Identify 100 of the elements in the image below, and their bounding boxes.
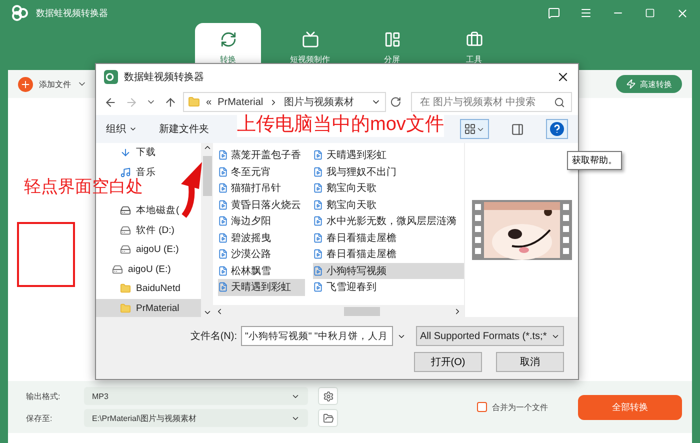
file-item[interactable]: 飞雪迎春到: [313, 279, 464, 296]
app-title: 数据蛙视频转换器: [36, 6, 108, 20]
plus-icon: [18, 76, 33, 92]
video-file-icon: [313, 183, 324, 194]
dialog-title: 数据蛙视频转换器: [124, 70, 204, 84]
file-item[interactable]: 天晴遇到彩虹: [218, 279, 306, 296]
caret-icon: [129, 125, 137, 133]
help-button[interactable]: [546, 119, 568, 139]
video-file-icon: [218, 282, 228, 292]
format-dropdown[interactable]: MP3: [84, 387, 308, 405]
scrollbar[interactable]: [201, 143, 213, 317]
add-files-button[interactable]: 添加文件: [18, 76, 71, 92]
folder-icon: [188, 96, 200, 108]
nav-tab[interactable]: 分屏: [359, 23, 425, 70]
split-screen-icon: [384, 31, 400, 48]
nav-pane-item[interactable]: 本地磁盘(: [96, 201, 201, 220]
video-file-icon: [313, 249, 324, 260]
grid-view-icon: [464, 123, 476, 135]
file-item[interactable]: 蒸笼开盖包子香: [218, 147, 306, 164]
file-item[interactable]: 沙漠公路: [218, 246, 306, 262]
lightning-icon: [626, 79, 636, 89]
highlight-box: [17, 222, 75, 287]
new-folder-button[interactable]: 新建文件夹: [159, 122, 209, 136]
logo-icon: [104, 70, 118, 84]
drive-icon: [120, 205, 131, 216]
scroll-down-icon: [202, 308, 212, 317]
scrollbar-thumb[interactable]: [344, 306, 380, 316]
video-file-icon: [218, 249, 228, 260]
file-item[interactable]: 水中光影无数，微风层层涟漪: [313, 213, 464, 230]
file-type-dropdown[interactable]: All Supported Formats (*.ts;*: [416, 326, 564, 346]
scroll-up-icon: [202, 143, 212, 152]
tooltip: 获取帮助。: [567, 151, 622, 170]
music-note-icon: [120, 166, 131, 178]
filename-label: 文件名(N):: [190, 330, 237, 343]
nav-pane-item[interactable]: 下载: [96, 143, 201, 162]
fast-convert-button[interactable]: 高速转换: [616, 75, 682, 93]
search-icon: [554, 96, 565, 108]
scroll-right-icon: [453, 306, 462, 316]
file-item[interactable]: 小狗特写视频: [313, 262, 464, 279]
cancel-button[interactable]: 取消: [496, 352, 564, 372]
video-file-icon: [218, 200, 228, 210]
file-item[interactable]: 黄昏日落火烧云: [218, 196, 306, 213]
nav-pane-item[interactable]: aigoU (E:): [96, 260, 201, 279]
search-field[interactable]: 在 图片与视频素材 中搜索: [411, 92, 572, 112]
annotation-text: 上传电脑当中的mov文件: [237, 113, 444, 137]
nav-pane-item[interactable]: BaiduNetd: [96, 279, 201, 298]
scrollbar-thumb[interactable]: [202, 156, 212, 196]
nav-pane-item[interactable]: aigoU (E:): [96, 240, 201, 260]
breadcrumb-item[interactable]: 图片与视频素材: [284, 95, 354, 109]
folder-icon: [120, 283, 131, 294]
organize-menu[interactable]: 组织: [106, 122, 137, 136]
drive-icon: [120, 244, 131, 256]
nav-tab[interactable]: 短视频制作: [277, 23, 343, 70]
video-file-icon: [313, 282, 324, 292]
file-item[interactable]: 松林飘雪: [218, 262, 306, 279]
video-file-icon: [218, 266, 228, 276]
file-item[interactable]: 鹅宝向天歌: [313, 196, 464, 213]
video-file-icon: [218, 183, 228, 194]
video-file-icon: [313, 232, 324, 243]
video-file-icon: [218, 150, 228, 160]
format-label: 输出格式:: [26, 390, 62, 402]
file-item[interactable]: 春日看猫走屋檐: [313, 230, 464, 246]
nav-tab[interactable]: 工具: [441, 23, 507, 70]
nav-pane-item[interactable]: 软件 (D:): [96, 220, 201, 240]
refresh-icon[interactable]: [390, 96, 401, 108]
file-item[interactable]: 海边夕阳: [218, 213, 306, 230]
convert-icon: [220, 31, 236, 48]
annotation-text: 轻点界面空白处: [24, 176, 143, 198]
logo-icon: [12, 5, 28, 21]
merge-checkbox[interactable]: 合并为一个文件: [477, 402, 548, 412]
folder-icon: [120, 302, 131, 314]
file-item[interactable]: 天晴遇到彩虹: [313, 147, 464, 164]
folder-icon[interactable]: [318, 409, 338, 427]
open-button[interactable]: 打开(O): [414, 352, 482, 372]
settings-icon[interactable]: [318, 387, 338, 405]
tv-icon: [302, 31, 318, 48]
drive-icon: [112, 264, 123, 275]
address-bar[interactable]: « PrMaterial 图片与视频素材: [183, 92, 386, 112]
download-icon: [120, 147, 131, 158]
file-item[interactable]: 我与狸奴不出门: [313, 164, 464, 180]
video-file-icon: [313, 216, 324, 226]
save-label: 保存至:: [26, 412, 54, 424]
chat-icon[interactable]: [546, 5, 562, 21]
breadcrumb-item[interactable]: «: [206, 96, 212, 108]
preview-pane-icon[interactable]: [511, 122, 524, 136]
breadcrumb-item[interactable]: PrMaterial: [218, 96, 264, 108]
video-file-icon: [218, 166, 228, 177]
save-path-dropdown[interactable]: E:\PrMaterial\图片与视频素材: [84, 409, 308, 427]
file-item[interactable]: 冬至元宵: [218, 164, 306, 180]
drive-icon: [120, 224, 131, 236]
view-options-button[interactable]: [460, 119, 489, 139]
file-item[interactable]: 猫猫打吊针: [218, 180, 306, 196]
file-item[interactable]: 春日看猫走屋檐: [313, 246, 464, 262]
filename-field[interactable]: "小狗特写视频" "中秋月饼，人月: [241, 326, 393, 346]
video-file-icon: [218, 216, 228, 226]
file-item[interactable]: 碧波摇曳: [218, 230, 306, 246]
file-item[interactable]: 鹅宝向天歌: [313, 180, 464, 196]
video-file-icon: [313, 266, 324, 276]
video-file-icon: [313, 166, 324, 177]
nav-pane-item[interactable]: PrMaterial: [96, 298, 201, 318]
